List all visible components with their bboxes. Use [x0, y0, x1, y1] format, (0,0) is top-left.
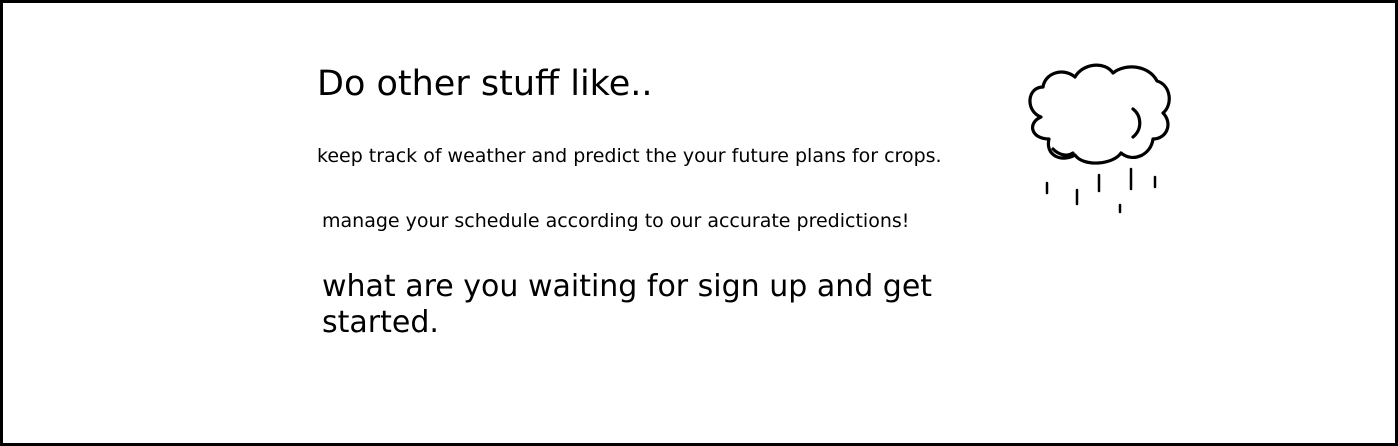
cloud-outline — [1028, 63, 1171, 165]
cloud-inner-curl — [1131, 107, 1142, 139]
content-panel: Do other stuff like.. keep track of weat… — [0, 0, 1398, 446]
rain-cloud-icon — [1028, 63, 1171, 214]
feature-schedule-management: manage your schedule according to our ac… — [322, 210, 910, 232]
feature-weather-tracking: keep track of weather and predict the yo… — [317, 145, 942, 167]
section-heading: Do other stuff like.. — [317, 64, 653, 104]
cloud-inner-curl — [1051, 147, 1075, 157]
signup-call-to-action: what are you waiting for sign up and get… — [322, 269, 933, 340]
